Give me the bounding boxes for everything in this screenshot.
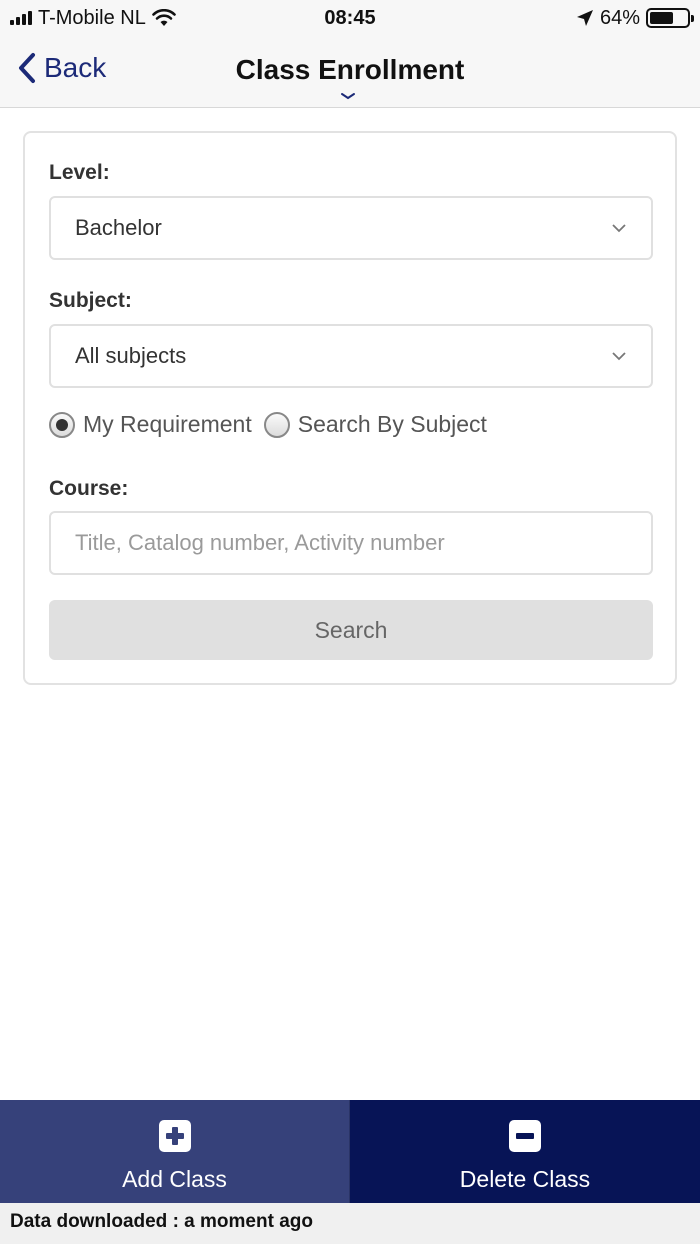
- radio-button[interactable]: [49, 411, 75, 438]
- battery-fill: [650, 12, 674, 24]
- level-select[interactable]: Bachelor: [49, 196, 653, 260]
- delete-class-label: Delete Class: [459, 1166, 591, 1192]
- chevron-down-icon: [612, 352, 626, 361]
- radio-selected-dot: [56, 418, 68, 431]
- chevron-down-icon: [612, 224, 626, 233]
- carrier-name: T-Mobile NL: [38, 6, 146, 29]
- subject-label: Subject:: [49, 289, 132, 312]
- plus-square-icon: [158, 1120, 191, 1152]
- level-label: Level:: [49, 161, 110, 184]
- course-search-input[interactable]: [49, 511, 653, 575]
- enrollment-form-card: Level: Bachelor Subject: All subjects My…: [23, 131, 677, 685]
- battery-icon: [646, 8, 694, 28]
- location-arrow-icon: [576, 10, 593, 26]
- delete-class-button[interactable]: Delete Class: [350, 1100, 700, 1203]
- course-label: Course:: [49, 477, 129, 500]
- chevron-down-icon[interactable]: [340, 92, 356, 100]
- add-class-button[interactable]: Add Class: [0, 1100, 350, 1203]
- bottom-action-bar: Add Class Delete Class: [0, 1100, 700, 1203]
- radio-my-requirement[interactable]: My Requirement: [49, 411, 252, 438]
- radio-label: Search By Subject: [297, 411, 487, 437]
- page-title: Class Enrollment: [235, 54, 465, 85]
- radio-label: My Requirement: [83, 411, 252, 437]
- level-select-value: Bachelor: [75, 215, 162, 240]
- status-bar: T-Mobile NL 08:45 64%: [0, 0, 700, 36]
- subject-select[interactable]: All subjects: [49, 324, 653, 388]
- minus-square-icon: [509, 1120, 541, 1152]
- battery-percent: 64%: [599, 6, 640, 29]
- radio-button[interactable]: [263, 411, 290, 438]
- cellular-signal-icon: [10, 11, 32, 25]
- wifi-icon: [152, 9, 176, 26]
- status-left: T-Mobile NL: [10, 7, 176, 30]
- search-button[interactable]: Search: [49, 600, 653, 660]
- search-mode-radio-group: My Requirement Search By Subject: [49, 411, 487, 438]
- add-class-label: Add Class: [122, 1166, 227, 1192]
- data-status-footer: Data downloaded : a moment ago: [0, 1203, 700, 1244]
- radio-search-by-subject[interactable]: Search By Subject: [263, 411, 487, 438]
- navigation-bar: Back Class Enrollment: [0, 36, 700, 108]
- subject-select-value: All subjects: [75, 343, 187, 368]
- status-right: 64%: [576, 6, 694, 30]
